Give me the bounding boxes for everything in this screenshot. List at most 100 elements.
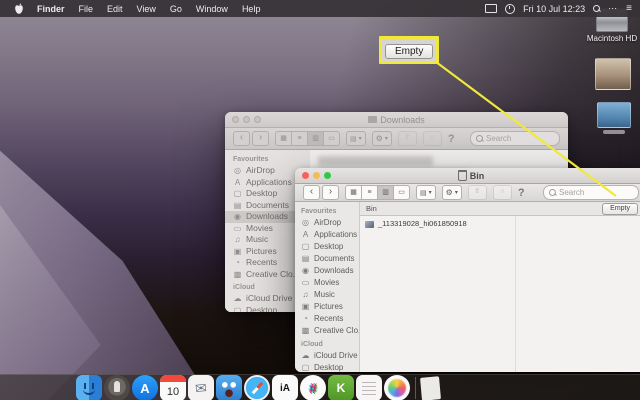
tag-button[interactable] bbox=[493, 185, 512, 200]
sidebar-item-icon: ▩ bbox=[233, 269, 242, 281]
column-view-button[interactable] bbox=[378, 185, 394, 200]
sidebar-item-airdrop[interactable]: ◎ AirDrop bbox=[301, 217, 359, 229]
sidebar-item-icon: ▭ bbox=[301, 277, 310, 289]
sidebar-item-label: Downloads bbox=[314, 265, 354, 277]
sidebar-item-label: Movies bbox=[314, 277, 339, 289]
launchpad-dock-icon[interactable] bbox=[104, 375, 130, 400]
display-icon[interactable] bbox=[485, 4, 497, 13]
sidebar-item-desktop[interactable]: ▢ Desktop bbox=[301, 241, 359, 253]
minimize-button[interactable] bbox=[243, 116, 250, 123]
downloads-titlebar[interactable]: Downloads bbox=[225, 112, 568, 128]
finder-dock-icon[interactable] bbox=[76, 375, 102, 400]
time-machine-icon[interactable] bbox=[505, 4, 515, 14]
share-button[interactable] bbox=[468, 185, 487, 200]
menu-help[interactable]: Help bbox=[235, 4, 268, 14]
icon-view-button[interactable] bbox=[275, 131, 292, 146]
sidebar-item-icloud-desktop[interactable]: ▢ Desktop bbox=[301, 362, 359, 372]
menu-view[interactable]: View bbox=[130, 4, 163, 14]
sidebar-item-downloads[interactable]: ◉ Downloads bbox=[301, 265, 359, 277]
list-view-button[interactable] bbox=[362, 185, 378, 200]
menu-file[interactable]: File bbox=[72, 4, 101, 14]
menu-edit[interactable]: Edit bbox=[100, 4, 130, 14]
column-view-button[interactable] bbox=[308, 131, 324, 146]
tweetbot-dock-icon[interactable] bbox=[216, 375, 242, 400]
document-dock-icon[interactable] bbox=[356, 375, 382, 400]
menu-finder[interactable]: Finder bbox=[30, 4, 72, 14]
group-menu-button[interactable] bbox=[346, 131, 366, 146]
image-file-icon bbox=[365, 221, 374, 228]
dock-icon-glyph: 10 bbox=[160, 375, 186, 400]
siri-menu-icon[interactable]: ⋯ bbox=[608, 3, 618, 14]
menu-go[interactable]: Go bbox=[163, 4, 189, 14]
help-icon[interactable]: ? bbox=[518, 187, 525, 199]
minimize-button[interactable] bbox=[313, 172, 320, 179]
menu-bar-clock[interactable]: Fri 10 Jul 12:23 bbox=[523, 4, 585, 14]
sidebar-item-label: Desktop bbox=[246, 188, 277, 200]
menu-window[interactable]: Window bbox=[189, 4, 235, 14]
sidebar-item-applications[interactable]: A Applications bbox=[301, 229, 359, 241]
apple-menu[interactable] bbox=[8, 3, 30, 15]
sidebar-item-recents[interactable]: ◔ Recents bbox=[301, 313, 359, 325]
group-menu-button[interactable] bbox=[416, 185, 436, 200]
photos-dock-icon[interactable] bbox=[384, 375, 410, 400]
mail-dock-icon[interactable]: ✉ bbox=[188, 375, 214, 400]
calendar-dock-icon[interactable]: 10 bbox=[160, 375, 186, 400]
app-store-dock-icon[interactable]: A bbox=[132, 375, 158, 400]
sidebar-item-pictures[interactable]: ▣ Pictures bbox=[301, 301, 359, 313]
spotlight-search-icon[interactable] bbox=[593, 5, 600, 12]
sidebar-item-label: Documents bbox=[246, 200, 289, 212]
desktop-icon-photo-file[interactable] bbox=[594, 58, 632, 90]
sidebar-item-icloud-drive[interactable]: ☁ iCloud Drive bbox=[301, 350, 359, 362]
zoom-button[interactable] bbox=[324, 172, 331, 179]
close-button[interactable] bbox=[232, 116, 239, 123]
window-title: Downloads bbox=[225, 115, 568, 125]
desktop: Macintosh HD Downloads bbox=[0, 0, 640, 400]
close-button[interactable] bbox=[302, 172, 309, 179]
action-menu-button[interactable] bbox=[442, 185, 462, 200]
list-view-button[interactable] bbox=[292, 131, 308, 146]
view-switcher bbox=[275, 131, 340, 146]
sidebar-item-label: Desktop bbox=[246, 305, 277, 313]
zoom-button[interactable] bbox=[254, 116, 261, 123]
sidebar-item-creative-cloud[interactable]: ▩ Creative Clo... bbox=[301, 325, 359, 337]
slack-dock-icon[interactable]: # bbox=[300, 375, 326, 400]
forward-button[interactable] bbox=[252, 131, 269, 146]
sidebar-item-icon: ▭ bbox=[233, 223, 242, 235]
empty-bin-button[interactable]: Empty bbox=[602, 203, 638, 215]
action-menu-button[interactable] bbox=[372, 131, 392, 146]
bin-sidebar: Favourites ◎ AirDrop A Applications ▢ De… bbox=[295, 202, 360, 372]
gallery-view-button[interactable] bbox=[394, 185, 410, 200]
help-icon[interactable]: ? bbox=[448, 133, 455, 145]
sidebar-item-label: Recents bbox=[246, 257, 277, 269]
sidebar-item-music[interactable]: ♫ Music bbox=[301, 289, 359, 301]
forward-button[interactable] bbox=[322, 185, 339, 200]
tag-button[interactable] bbox=[423, 131, 442, 146]
icon-view-button[interactable] bbox=[345, 185, 362, 200]
desktop-icon-screenshot-file[interactable] bbox=[596, 102, 632, 134]
ia-writer-dock-icon[interactable]: iA bbox=[272, 375, 298, 400]
sidebar-item-label: Downloads bbox=[246, 211, 288, 223]
sidebar-item-label: Creative Clo... bbox=[314, 325, 359, 337]
search-input[interactable]: Search bbox=[470, 131, 560, 146]
sidebar-item-label: Documents bbox=[314, 253, 354, 265]
back-button[interactable] bbox=[303, 185, 320, 200]
dock-icon-glyph: iA bbox=[272, 375, 298, 400]
document-stack-dock-icon[interactable] bbox=[420, 376, 441, 400]
back-button[interactable] bbox=[233, 131, 250, 146]
sidebar-item-movies[interactable]: ▭ Movies bbox=[301, 277, 359, 289]
keka-dock-icon[interactable]: K bbox=[328, 375, 354, 400]
bin-file-list: _113319028_hi061850918 bbox=[360, 216, 640, 372]
screenshot-thumbnail-icon bbox=[597, 102, 631, 128]
folder-icon bbox=[368, 116, 377, 123]
file-row_113319028_hi061850918[interactable]: _113319028_hi061850918 bbox=[365, 219, 640, 229]
search-input[interactable]: Search bbox=[543, 185, 639, 200]
desktop-icon-label bbox=[603, 130, 625, 134]
sidebar-item-documents[interactable]: ▤ Documents bbox=[301, 253, 359, 265]
share-button[interactable] bbox=[398, 131, 417, 146]
bin-titlebar[interactable]: Bin bbox=[295, 168, 640, 184]
separator-dock-icon[interactable] bbox=[415, 377, 416, 399]
safari-dock-icon[interactable] bbox=[244, 375, 270, 400]
notification-center-icon[interactable]: ≡ bbox=[626, 3, 632, 14]
file-name: _113319028_hi061850918 bbox=[378, 219, 467, 229]
gallery-view-button[interactable] bbox=[324, 131, 340, 146]
